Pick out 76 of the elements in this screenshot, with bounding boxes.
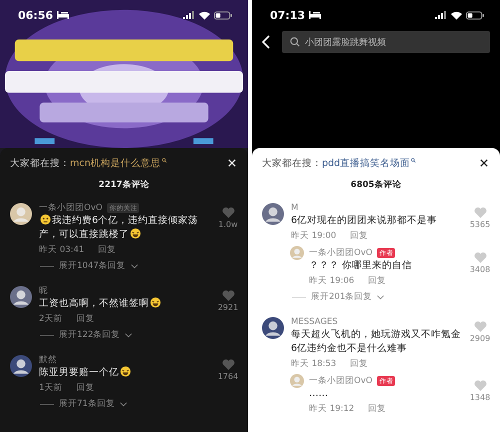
comment-text: …… (309, 388, 328, 399)
search-hint-label: 大家都在搜： (10, 156, 70, 170)
signal-icon (183, 11, 195, 19)
comment-time: 昨天 19:06 (309, 275, 354, 287)
chevron-down-icon (130, 264, 138, 268)
status-time: 07:13 (270, 8, 306, 22)
user-name[interactable]: 一条小团团OvO (39, 202, 102, 214)
expand-replies-link[interactable]: 展开71条回复 (59, 398, 115, 410)
like-count: 1.0w (218, 220, 238, 229)
status-time: 06:56 (18, 8, 54, 22)
reply-link[interactable]: 回复 (368, 275, 386, 287)
comment-time: 昨天 03:41 (39, 244, 84, 256)
like-count: 1764 (218, 372, 238, 381)
bed-icon (57, 11, 70, 19)
search-field[interactable]: 小团团露脸跳舞视频 (282, 31, 490, 53)
expand-replies-link[interactable]: 展开1047条回复 (59, 260, 126, 272)
like-count: 2921 (218, 303, 238, 312)
heart-icon[interactable] (474, 321, 486, 332)
user-name[interactable]: 一条小团团OvO (309, 374, 372, 386)
expand-replies-link[interactable]: 展开201条回复 (311, 291, 372, 303)
reply-link[interactable]: 回复 (368, 403, 386, 415)
user-name[interactable]: M (291, 202, 298, 212)
comment-text: ？？？ 你哪里来的自信 (309, 260, 412, 271)
avatar-icon[interactable] (10, 355, 32, 377)
user-name[interactable]: 昵 (39, 284, 48, 296)
reply-link[interactable]: 回复 (350, 230, 368, 242)
back-icon[interactable] (262, 35, 270, 49)
signal-icon (435, 11, 447, 19)
reply-link[interactable]: 回复 (76, 382, 94, 394)
expand-replies-link[interactable]: 展开122条回复 (59, 329, 120, 341)
chevron-down-icon (377, 294, 384, 300)
comment-text: 每天超火飞机的，她玩游戏又不咋氪金6亿违约金也不是什么难事 (291, 329, 461, 354)
reply-link[interactable]: 回复 (76, 313, 94, 325)
comment-text: 6亿对现在的团团来说那都不是事 (291, 215, 438, 226)
avatar-icon[interactable] (10, 286, 32, 308)
search-hint-label: 大家都在搜： (262, 156, 322, 170)
like-count: 5365 (470, 220, 490, 229)
comment-text: 陈亚男要赔一个亿 (39, 367, 119, 378)
user-name[interactable]: 默然 (39, 354, 57, 366)
reply-link[interactable]: 回复 (350, 358, 368, 370)
search-suggestion-link[interactable]: mcn机构是什么意思 (70, 156, 160, 170)
wifi-icon (199, 10, 210, 20)
chevron-down-icon (120, 402, 127, 406)
comment-time: 昨天 18:53 (291, 358, 336, 370)
like-count: 2909 (470, 334, 490, 343)
user-name[interactable]: MESSAGES (291, 316, 338, 326)
reply-link[interactable]: 回复 (98, 244, 116, 256)
comment-text: 工资也高啊，不然谁签啊 (39, 298, 149, 309)
battery-icon (466, 10, 484, 20)
heart-icon[interactable] (222, 207, 234, 218)
wifi-icon (451, 10, 462, 20)
comment-time: 2天前 (39, 313, 62, 325)
user-name[interactable]: 一条小团团OvO (309, 246, 372, 258)
heart-icon[interactable] (474, 380, 486, 391)
search-icon (162, 158, 166, 163)
heart-icon[interactable] (474, 252, 486, 263)
like-count: 3408 (470, 265, 490, 274)
close-icon[interactable] (480, 159, 488, 167)
avatar-icon[interactable] (10, 203, 32, 225)
search-icon (290, 37, 300, 47)
comment-count: 6805条评论 (350, 179, 402, 191)
bed-icon (309, 11, 322, 19)
heart-icon[interactable] (222, 359, 234, 370)
comment-text: 我违约费6个亿，违约直接倾家荡产，可以直接跳楼了 (39, 215, 198, 240)
battery-icon (214, 10, 232, 20)
comment-time: 昨天 19:12 (309, 403, 354, 415)
comment-time: 1天前 (39, 382, 62, 394)
like-count: 1348 (470, 393, 490, 402)
chevron-down-icon (125, 332, 132, 338)
heart-icon[interactable] (222, 290, 234, 301)
search-icon (411, 158, 416, 163)
heart-icon[interactable] (474, 207, 486, 218)
comment-count: 2217条评论 (98, 179, 150, 191)
search-suggestion-link[interactable]: pdd直播搞笑名场面 (322, 156, 410, 170)
avatar-icon[interactable] (262, 317, 284, 339)
comment-time: 昨天 19:00 (291, 230, 336, 242)
